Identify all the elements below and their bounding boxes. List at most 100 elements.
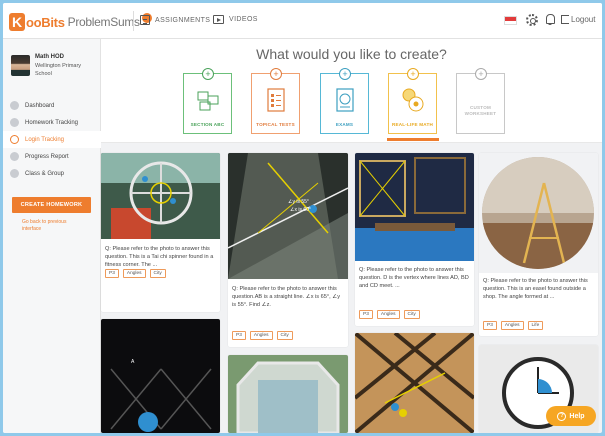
question-card[interactable]: Q: Please refer to the photo to answer t…: [479, 153, 598, 336]
nav-videos[interactable]: VIDEOS: [213, 15, 258, 24]
question-text: Q: Please refer to the photo to answer t…: [105, 246, 214, 268]
photo-label-a: A: [131, 359, 135, 365]
plus-icon: +: [475, 68, 487, 80]
bell-icon[interactable]: [545, 14, 555, 25]
help-label: Help: [569, 412, 585, 420]
settings-icon[interactable]: [526, 14, 538, 26]
type-card-label: CUSTOM WORKSHEET: [464, 105, 497, 116]
user-school: Wellington Primary School: [35, 63, 82, 77]
question-card[interactable]: ∠y is 55° ∠x is 60° Q: Please refer to t…: [228, 153, 348, 347]
videos-icon: [213, 15, 224, 24]
sidebar-item-label: Login Tracking: [25, 136, 65, 143]
sidebar-item-class-group[interactable]: Class & Group: [3, 165, 101, 182]
tag-list: P3 Angles City: [105, 269, 166, 278]
question-photo: [228, 355, 348, 433]
nav-videos-label: VIDEOS: [229, 16, 258, 23]
tag-topic[interactable]: Angles: [122, 269, 146, 278]
type-card-custom-worksheet[interactable]: + CUSTOM WORKSHEET: [456, 68, 505, 134]
logo-k: K: [9, 13, 25, 31]
question-photo: [355, 153, 474, 261]
sidebar-item-label: Progress Report: [25, 153, 69, 160]
sidebar-item-label: Class & Group: [25, 170, 65, 177]
go-back-link[interactable]: Go back to previous interface: [22, 219, 82, 233]
top-bar: K ooBits ProblemSums ASSIGNMENTS VIDEOS …: [3, 3, 602, 39]
question-text: Q: Please refer to the photo to answer t…: [232, 286, 341, 308]
tag-topic[interactable]: Angles: [376, 310, 400, 319]
question-photo: [228, 153, 348, 279]
question-photo: [101, 153, 220, 239]
section-abc-icon: [197, 91, 219, 111]
question-text: Q: Please refer to the photo to answer t…: [483, 278, 588, 300]
assignments-icon: [140, 15, 150, 25]
user-name: Math HOD: [35, 54, 64, 60]
sidebar: Math HOD Wellington Primary School Dashb…: [3, 39, 101, 433]
sidebar-item-label: Dashboard: [25, 102, 55, 109]
search-icon: [10, 135, 19, 144]
question-photo: [479, 153, 598, 273]
plus-icon: +: [407, 68, 419, 80]
tag-list: P3 Angles City: [232, 331, 293, 340]
sidebar-item-dashboard[interactable]: Dashboard: [3, 97, 101, 114]
type-card-label: SECTION ABC: [190, 122, 225, 127]
real-life-math-icon: [402, 88, 424, 112]
create-homework-button[interactable]: CREATE HOMEWORK: [12, 197, 91, 213]
tag-context[interactable]: City: [276, 331, 293, 340]
progress-report-icon: [10, 152, 19, 161]
dashboard-icon: [10, 101, 19, 110]
homework-tracking-icon: [10, 118, 19, 127]
question-card[interactable]: Q: Please refer to the photo to answer t…: [101, 153, 220, 312]
type-card-exams[interactable]: + EXAMS: [320, 68, 369, 134]
flag-icon[interactable]: [504, 16, 517, 25]
sidebar-item-progress-report[interactable]: Progress Report: [3, 148, 101, 165]
tag-list: P3 Angles Life: [483, 321, 544, 330]
create-title: What would you like to create?: [256, 46, 447, 62]
tag-context[interactable]: City: [149, 269, 166, 278]
question-card[interactable]: [228, 355, 348, 433]
type-card-label: EXAMS: [335, 122, 354, 127]
question-text: Q: Please refer to the photo to answer t…: [359, 267, 469, 289]
tag-context[interactable]: Life: [527, 321, 544, 330]
tag-level[interactable]: P3: [483, 321, 497, 330]
question-card[interactable]: Q: Please refer to the photo to answer t…: [355, 153, 474, 326]
nav-assignments[interactable]: ASSIGNMENTS: [140, 15, 210, 25]
tag-level[interactable]: P3: [232, 331, 246, 340]
plus-icon: +: [202, 68, 214, 80]
tag-context[interactable]: City: [403, 310, 420, 319]
type-card-label: TOPICAL TESTS: [256, 122, 295, 127]
sidebar-item-label: Homework Tracking: [25, 119, 79, 126]
type-card-section-abc[interactable]: + SECTION ABC: [183, 68, 232, 134]
question-photo: [101, 319, 220, 433]
question-card[interactable]: [355, 333, 474, 433]
question-icon: ?: [557, 411, 567, 421]
question-photo: [355, 333, 474, 433]
nav-assignments-label: ASSIGNMENTS: [155, 16, 211, 24]
photo-label-x: ∠x is 60°: [290, 207, 311, 213]
question-card[interactable]: A: [101, 319, 220, 433]
avatar: [11, 55, 30, 76]
logout-button[interactable]: Logout: [561, 15, 595, 24]
exams-icon: [336, 88, 354, 112]
tag-level[interactable]: P3: [105, 269, 119, 278]
plus-icon: +: [339, 68, 351, 80]
plus-icon: +: [270, 68, 282, 80]
logo[interactable]: K ooBits ProblemSums: [9, 11, 152, 33]
create-panel: What would you like to create? + SECTION…: [101, 39, 602, 143]
logout-label: Logout: [571, 15, 596, 24]
active-underline: [387, 138, 439, 141]
tag-list: P3 Angles City: [359, 310, 420, 319]
logout-icon: [561, 15, 569, 24]
topical-tests-icon: [267, 88, 285, 112]
logo-text: ooBits: [26, 14, 65, 30]
tag-topic[interactable]: Angles: [249, 331, 273, 340]
sidebar-item-login-tracking[interactable]: Login Tracking: [3, 131, 101, 148]
sidebar-menu: Dashboard Homework Tracking Login Tracki…: [3, 97, 101, 182]
class-group-icon: [10, 169, 19, 178]
type-card-real-life-math[interactable]: + REAL-LIFE MATH: [387, 68, 439, 141]
help-button[interactable]: ? Help: [546, 406, 596, 426]
sidebar-item-homework-tracking[interactable]: Homework Tracking: [3, 114, 101, 131]
tag-topic[interactable]: Angles: [500, 321, 524, 330]
tag-level[interactable]: P3: [359, 310, 373, 319]
type-card-topical-tests[interactable]: + TOPICAL TESTS: [251, 68, 300, 134]
logo-subtext: ProblemSums: [67, 15, 140, 29]
type-card-label: REAL-LIFE MATH: [392, 122, 433, 127]
